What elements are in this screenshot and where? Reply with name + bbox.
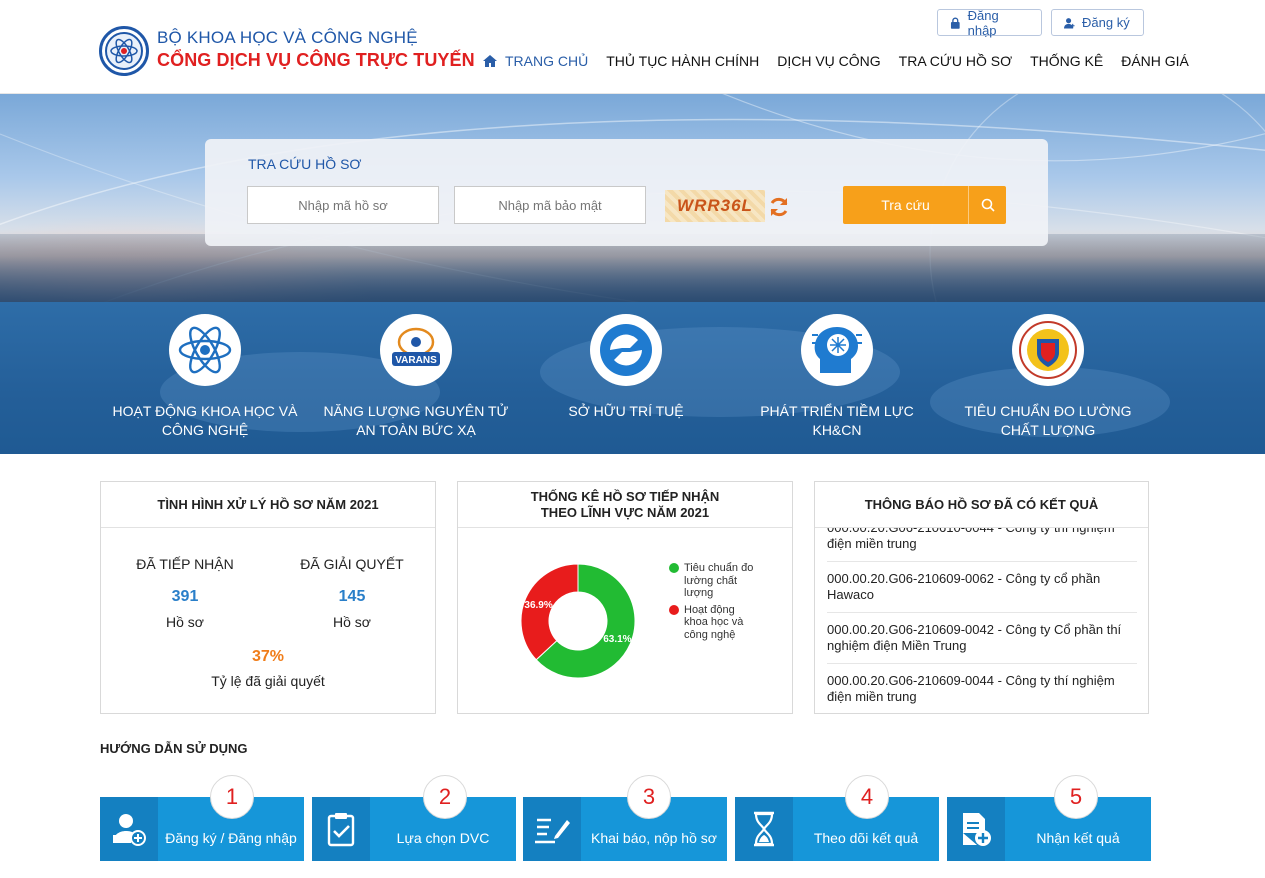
notice-item[interactable]: 000.00.20.G06-210610-0044 - Công ty thí … (827, 528, 1137, 562)
resolution-rate-label: Tỷ lệ đã giải quyết (211, 673, 325, 689)
received-label: ĐÃ TIẾP NHẬN (136, 556, 234, 572)
refresh-captcha-icon[interactable] (768, 196, 790, 218)
received-value: 391 (171, 588, 199, 605)
notice-item[interactable]: 000.00.20.G06-210609-0062 - Công ty cổ p… (827, 562, 1137, 613)
field-statistics-panel: THỐNG KÊ HỒ SƠ TIẾP NHẬN THEO LĨNH VỰC N… (457, 481, 793, 714)
security-code-input[interactable] (454, 186, 646, 224)
user-add-small-icon (1064, 17, 1075, 28)
panel-title: THỐNG KÊ HỒ SƠ TIẾP NHẬN THEO LĨNH VỰC N… (458, 482, 792, 528)
record-code-input[interactable] (247, 186, 439, 224)
nav-lookup[interactable]: TRA CỨU HỒ SƠ (890, 52, 1021, 70)
lock-icon (950, 17, 960, 29)
legend-item-2[interactable]: Hoạt động khoa học và công nghệ (669, 604, 759, 642)
guide-step-3[interactable]: Khai báo, nộp hồ sơ (523, 797, 727, 861)
brain-icon (801, 314, 873, 386)
notice-list: 000.00.20.G06-210610-0044 - Công ty thí … (827, 528, 1137, 714)
header: BỘ KHOA HỌC VÀ CÔNG NGHỆ CỔNG DỊCH VỤ CÔ… (0, 0, 1265, 94)
category-atomic-energy[interactable]: VARANS NĂNG LƯỢNG NGUYÊN TỬ AN TOÀN BỨC … (316, 314, 516, 440)
search-icon (969, 198, 1006, 212)
notice-item[interactable]: 000.00.20.G06-210609-0042 - Công ty Cổ p… (827, 613, 1137, 664)
resolved-label: ĐÃ GIẢI QUYẾT (300, 556, 404, 572)
search-title: TRA CỨU HỒ SƠ (248, 156, 362, 172)
step-number-badge: 4 (845, 775, 889, 819)
form-edit-icon (523, 797, 581, 861)
category-label: HOẠT ĐỘNG KHOA HỌC VÀ CÔNG NGHỆ (112, 403, 298, 438)
captcha-image: WRR36L (665, 190, 765, 222)
nav-procedures[interactable]: THỦ TỤC HÀNH CHÍNH (597, 52, 768, 70)
resolution-rate: 37% (251, 648, 285, 665)
ip-logo-icon (590, 314, 662, 386)
ministry-emblem-icon[interactable] (99, 26, 149, 76)
clipboard-check-icon (312, 797, 370, 861)
guide-step-5[interactable]: Nhận kết quả (947, 797, 1151, 861)
portal-name[interactable]: CỔNG DỊCH VỤ CÔNG TRỰC TUYẾN (157, 50, 475, 71)
varans-logo-text: VARANS (395, 355, 437, 366)
nav-statistics[interactable]: THỐNG KÊ (1021, 52, 1112, 70)
guide-step-2[interactable]: Lựa chọn DVC (312, 797, 516, 861)
panel-title: THÔNG BÁO HỒ SƠ ĐÃ CÓ KẾT QUẢ (815, 482, 1148, 528)
resolved-value: 145 (338, 588, 366, 605)
org-name[interactable]: BỘ KHOA HỌC VÀ CÔNG NGHỆ (157, 28, 418, 48)
legend-swatch (669, 563, 679, 573)
category-standards-metrology[interactable]: TIÊU CHUẨN ĐO LƯỜNG CHẤT LƯỢNG (948, 314, 1148, 440)
home-icon (483, 55, 497, 67)
legend-label: Tiêu chuẩn đo lường chất lượng (684, 562, 754, 599)
category-label: SỞ HỮU TRÍ TUỆ (568, 403, 684, 419)
step-number-badge: 5 (1054, 775, 1098, 819)
register-label: Đăng ký (1082, 15, 1130, 30)
legend-item-1[interactable]: Tiêu chuẩn đo lường chất lượng (669, 562, 759, 600)
step-number-badge: 2 (423, 775, 467, 819)
register-button[interactable]: Đăng ký (1051, 9, 1144, 36)
atom-icon (169, 314, 241, 386)
category-science-technology[interactable]: HOẠT ĐỘNG KHOA HỌC VÀ CÔNG NGHỆ (105, 314, 305, 440)
panel-title-line2: THEO LĨNH VỰC NĂM 2021 (540, 504, 710, 520)
lookup-button-label: Tra cứu (881, 197, 930, 213)
main-nav: TRANG CHỦ THỦ TỤC HÀNH CHÍNH DỊCH VỤ CÔN… (483, 52, 1198, 70)
legend-label: Hoạt động khoa học và công nghệ (684, 603, 744, 641)
donut-slice-label-2: 36.9% (524, 600, 552, 611)
nav-public-services[interactable]: DỊCH VỤ CÔNG (768, 52, 889, 70)
login-label: Đăng nhập (967, 7, 999, 38)
step-number-badge: 3 (627, 775, 671, 819)
donut-slice-label-1: 63.1% (603, 634, 631, 645)
category-label: TIÊU CHUẨN ĐO LƯỜNG CHẤT LƯỢNG (964, 403, 1132, 438)
nav-evaluation[interactable]: ĐÁNH GIÁ (1112, 52, 1198, 70)
category-label: NĂNG LƯỢNG NGUYÊN TỬ AN TOÀN BỨC XẠ (323, 403, 509, 438)
processing-status-panel: TÌNH HÌNH XỬ LÝ HỒ SƠ NĂM 2021 ĐÃ TIẾP N… (100, 481, 436, 714)
step-number-badge: 1 (210, 775, 254, 819)
legend-swatch (669, 604, 679, 615)
panel-title-line1: THỐNG KÊ HỒ SƠ TIẾP NHẬN (530, 488, 720, 504)
guide-title: HƯỚNG DẪN SỬ DỤNG (100, 741, 248, 756)
nav-home[interactable]: TRANG CHỦ (483, 52, 597, 70)
chart-legend: Tiêu chuẩn đo lường chất lượng Hoạt động … (669, 562, 759, 645)
page: BỘ KHOA HỌC VÀ CÔNG NGHỆ CỔNG DỊCH VỤ CÔ… (0, 0, 1265, 878)
document-add-icon (947, 797, 1005, 861)
user-add-icon (100, 797, 158, 861)
guide-step-4[interactable]: Theo dõi kết quả (735, 797, 939, 861)
resolved-unit: Hồ sơ (333, 614, 371, 630)
category-intellectual-property[interactable]: SỞ HỮU TRÍ TUỆ (526, 314, 726, 421)
panel-title: TÌNH HÌNH XỬ LÝ HỒ SƠ NĂM 2021 (101, 482, 435, 528)
login-button[interactable]: Đăng nhập (937, 7, 1042, 38)
category-capacity-development[interactable]: PHÁT TRIỂN TIỀM LỰC KH&CN (737, 314, 937, 440)
hourglass-icon (735, 797, 793, 861)
notice-item[interactable]: 000.00.20.G06-210609-0044 - Công ty thí … (827, 664, 1137, 714)
received-unit: Hồ sơ (166, 614, 204, 630)
standards-logo-icon (1012, 314, 1084, 386)
varans-logo: VARANS (380, 314, 452, 386)
nav-home-label: TRANG CHỦ (505, 53, 589, 69)
results-notice-panel: THÔNG BÁO HỒ SƠ ĐÃ CÓ KẾT QUẢ 000.00.20.… (814, 481, 1149, 714)
category-label: PHÁT TRIỂN TIỀM LỰC KH&CN (760, 403, 914, 438)
donut-chart: 63.1% 36.9% (520, 563, 636, 679)
lookup-button[interactable]: Tra cứu (843, 186, 1006, 224)
guide-step-1[interactable]: Đăng ký / Đăng nhập (100, 797, 304, 861)
